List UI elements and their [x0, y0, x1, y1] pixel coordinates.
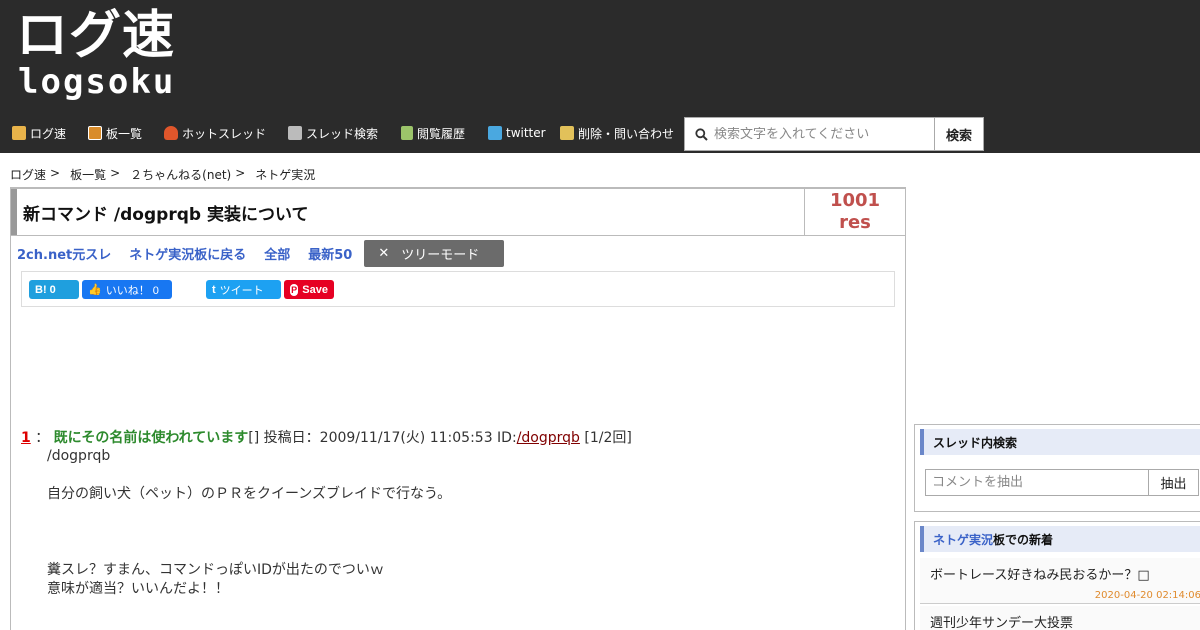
new-thread-mark: □ — [1137, 568, 1150, 583]
site-logo[interactable]: ログ速 logsoku — [16, 8, 192, 100]
nav-item-label: ログ速 — [30, 126, 67, 141]
hatena-bookmark-button[interactable]: B! 0 — [29, 280, 79, 299]
post-line: 自分の飼い犬（ペット）のＰＲをクイーンズブレイドで行なう。 — [47, 486, 452, 502]
breadcrumb-separator: > — [110, 166, 121, 180]
main-nav: ログ速 板一覧 ホットスレッド スレッド検索 閲覧履歴 twitter 削除・問… — [0, 118, 684, 150]
pinterest-save-label: Save — [302, 283, 328, 296]
back-to-board-link[interactable]: ネトゲ実況板に戻る — [129, 244, 246, 263]
post-count: [1/2回] — [584, 430, 632, 446]
post-header: 1 ： 既にその名前は使われています[] 投稿日：2009/11/17(火) 1… — [21, 427, 901, 447]
board-new-suffix: 板での新着 — [993, 532, 1054, 547]
latest-50-link[interactable]: 最新50 — [308, 244, 352, 263]
post-body: /dogprqb 自分の飼い犬（ペット）のＰＲをクイーンズブレイドで行なう。 糞… — [47, 447, 901, 599]
new-thread-date: 2020-04-20 02:14:06 — [1094, 590, 1200, 601]
post-line: 糞スレ？すまん、コマンドっぽいIDが出たのでついｗ — [47, 562, 384, 578]
comment-filter-input[interactable] — [925, 469, 1149, 496]
post-colon: ： — [35, 430, 50, 446]
tree-mode-label: ツリーモード — [401, 248, 480, 263]
nav-item-label: ホットスレッド — [182, 126, 267, 141]
thread-title: 新コマンド /dogprqb 実装について — [11, 189, 804, 235]
search-input[interactable] — [714, 126, 924, 142]
breadcrumb-separator: > — [50, 166, 61, 180]
breadcrumb-separator: > — [235, 166, 246, 180]
breadcrumb-home[interactable]: ログ速 — [10, 166, 46, 183]
pinterest-save-button[interactable]: P Save — [284, 280, 334, 299]
nav-item-label: スレッド検索 — [306, 126, 379, 141]
board-name-link[interactable]: ネトゲ実況 — [933, 531, 993, 548]
post-author: 既にその名前は使われています — [53, 430, 249, 446]
home-icon — [12, 126, 26, 140]
nav-item-label: 削除・問い合わせ — [578, 126, 675, 141]
thread-search-box: スレッド内検索 抽出 — [914, 424, 1200, 512]
source-thread-link[interactable]: 2ch.net元スレ — [17, 244, 111, 263]
extract-button[interactable]: 抽出 — [1149, 469, 1199, 496]
twitter-bird-icon: t — [212, 283, 216, 296]
fire-icon — [164, 126, 178, 140]
site-search: 検索 — [684, 117, 984, 151]
contact-icon — [560, 126, 574, 140]
board-new-threads: ネトゲ実況 板での新着 ボートレース好きねみ民おるかー？□ 2020-04-20 … — [914, 521, 1200, 630]
board-list-icon — [88, 126, 102, 140]
post-line — [47, 466, 901, 485]
close-icon: ✕ — [378, 246, 390, 261]
new-thread-title-text: ボートレース好きねみ民おるかー？ — [930, 568, 1138, 583]
nav-item-twitter[interactable]: twitter — [488, 118, 546, 148]
logo-japanese: ログ速 — [16, 6, 176, 66]
tree-mode-button[interactable]: ✕ ツリーモード — [364, 240, 505, 267]
nav-item-label: 板一覧 — [106, 126, 143, 141]
res-count: 1001 — [829, 190, 881, 211]
nav-item-contact[interactable]: 削除・問い合わせ — [560, 118, 674, 148]
breadcrumb-board[interactable]: ネトゲ実況 — [255, 166, 315, 183]
thumbs-up-icon: 👍 — [88, 284, 102, 296]
post-brackets: [] — [248, 430, 260, 446]
history-icon — [401, 126, 413, 140]
pinterest-icon: P — [290, 283, 299, 296]
nav-item-history[interactable]: 閲覧履歴 — [401, 118, 465, 148]
nav-item-thread-search[interactable]: スレッド検索 — [288, 118, 378, 148]
new-thread-item[interactable]: 週刊少年サンデー大投票 — [920, 606, 1200, 630]
nav-item-board-list[interactable]: 板一覧 — [88, 118, 142, 148]
post-user-id[interactable]: /dogprqb — [517, 430, 580, 446]
comment-filter-row: 抽出 — [925, 469, 1200, 496]
breadcrumb-2ch[interactable]: ２ちゃんねる(net) — [130, 166, 231, 183]
post-line — [47, 542, 901, 561]
site-header: ログ速 logsoku ログ速 板一覧 ホットスレッド スレッド検索 閲覧履歴 … — [0, 0, 1200, 153]
all-posts-link[interactable]: 全部 — [264, 244, 290, 263]
share-bar: B! 0 👍 いいね！ 0 t ツイート P Save — [21, 271, 895, 307]
res-count-badge: 1001 res — [804, 189, 905, 235]
post-line — [47, 504, 901, 523]
nav-item-hot-threads[interactable]: ホットスレッド — [164, 118, 266, 148]
twitter-icon — [488, 126, 502, 140]
post-line — [47, 523, 901, 542]
post-line: 意味が適当？いいんだよ！！ — [47, 581, 229, 597]
new-thread-item[interactable]: ボートレース好きねみ民おるかー？□ 2020-04-20 02:14:06 — [920, 558, 1200, 604]
thread-links: 2ch.net元スレ ネトゲ実況板に戻る 全部 最新50 ✕ ツリーモード — [17, 240, 505, 267]
nav-item-label: twitter — [506, 126, 546, 140]
thread-panel: 新コマンド /dogprqb 実装について 1001 res 2ch.net元ス… — [10, 187, 906, 630]
breadcrumb: ログ速 > 板一覧 > ２ちゃんねる(net) > ネトゲ実況 — [10, 166, 319, 183]
tweet-button[interactable]: t ツイート — [206, 280, 281, 299]
new-thread-title: ボートレース好きねみ民おるかー？□ — [920, 558, 1200, 583]
tweet-label: ツイート — [219, 284, 264, 297]
logo-english: logsoku — [18, 62, 176, 102]
post-line: /dogprqb — [47, 448, 111, 464]
post-item: 1 ： 既にその名前は使われています[] 投稿日：2009/11/17(火) 1… — [21, 427, 901, 599]
new-thread-title: 週刊少年サンデー大投票 — [930, 616, 1074, 630]
breadcrumb-board-list[interactable]: 板一覧 — [70, 166, 106, 183]
thread-search-heading: スレッド内検索 — [920, 429, 1200, 455]
res-unit: res — [839, 212, 871, 233]
search-button[interactable]: 検索 — [935, 118, 983, 150]
facebook-like-label: いいね！ 0 — [105, 284, 159, 297]
thread-search-icon — [288, 126, 302, 140]
search-icon — [695, 127, 708, 141]
post-date: 投稿日：2009/11/17(火) 11:05:53 ID: — [263, 430, 517, 446]
thread-title-row: 新コマンド /dogprqb 実装について 1001 res — [11, 189, 905, 236]
post-number[interactable]: 1 — [21, 430, 31, 446]
nav-item-home[interactable]: ログ速 — [12, 118, 66, 148]
nav-item-label: 閲覧履歴 — [417, 126, 466, 141]
search-field-wrap — [685, 118, 935, 150]
board-new-heading: ネトゲ実況 板での新着 — [920, 526, 1200, 552]
facebook-like-button[interactable]: 👍 いいね！ 0 — [82, 280, 172, 299]
